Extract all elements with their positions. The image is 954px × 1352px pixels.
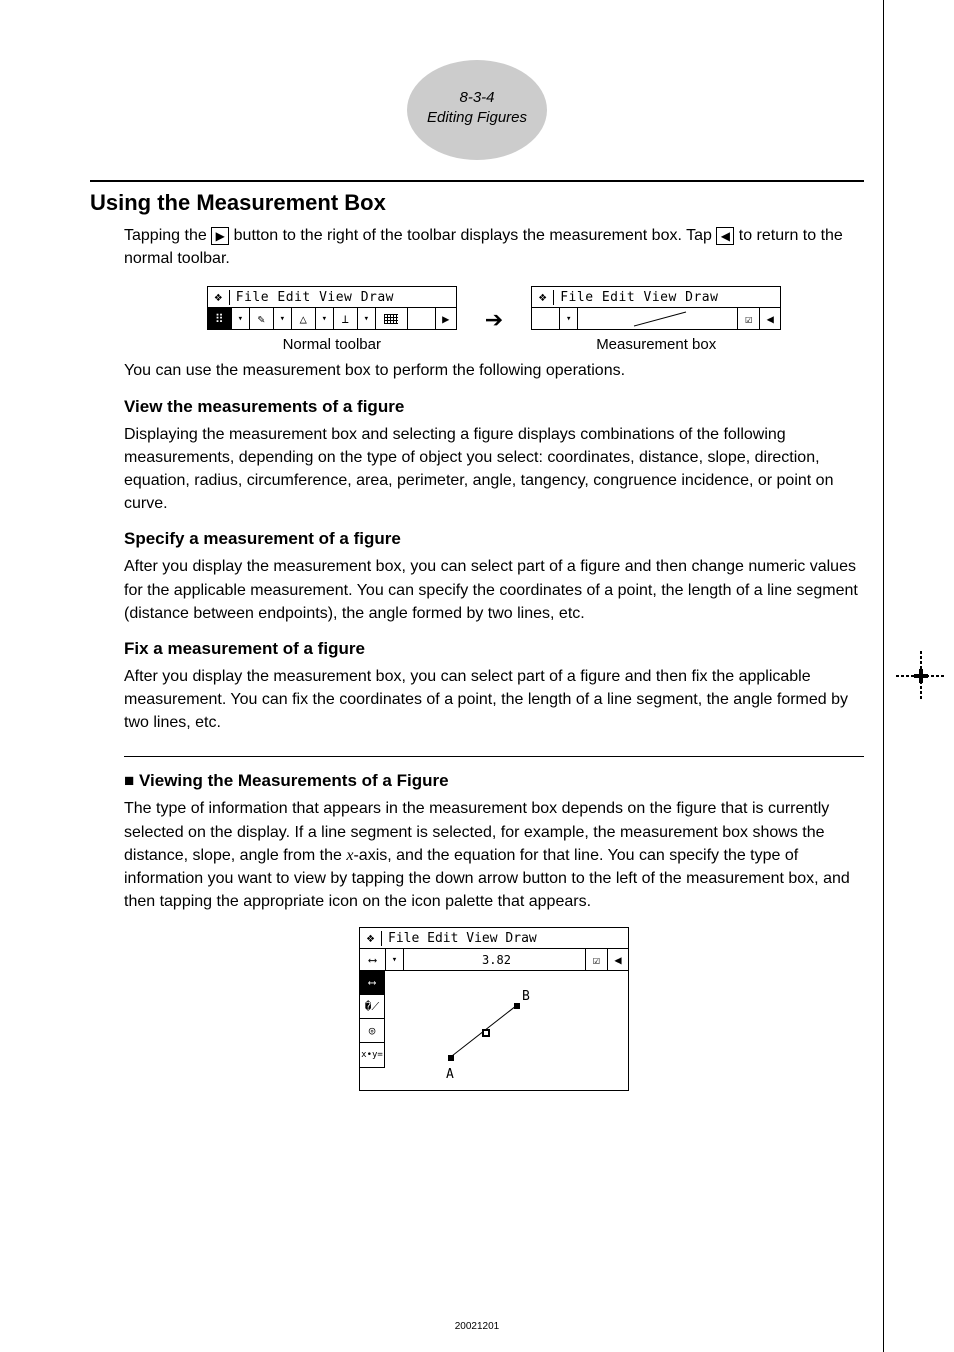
page-right-rule <box>883 0 884 1352</box>
collapse-button[interactable]: ◀ <box>608 949 628 970</box>
palette-slope-icon[interactable]: �⟋ <box>360 995 384 1019</box>
page-badge: 8-3-4 Editing Figures <box>407 60 547 160</box>
viewing-heading-text: Viewing the Measurements of a Figure <box>139 771 449 790</box>
point-b[interactable] <box>514 1003 520 1009</box>
fix-measurement-heading: Fix a measurement of a figure <box>124 639 864 659</box>
fix-measurement-body: After you display the measurement box, y… <box>124 665 864 735</box>
triangle-tool-icon[interactable]: △ <box>292 308 316 329</box>
measurement-toolbar-caption: Measurement box <box>531 336 781 353</box>
expand-button[interactable]: ▶ <box>436 308 456 329</box>
label-b: B <box>522 989 530 1004</box>
lock-checkbox[interactable]: ☑ <box>738 308 760 329</box>
specify-measurement-body: After you display the measurement box, y… <box>124 555 864 625</box>
rule-top <box>90 180 864 182</box>
menu-view[interactable]: View <box>466 931 497 946</box>
app-icon: ❖ <box>532 290 554 305</box>
intro-seg2: button to the right of the toolbar displ… <box>234 227 717 244</box>
registration-mark-icon <box>894 649 948 703</box>
grid-tool-icon[interactable] <box>376 308 408 329</box>
dropdown-icon[interactable]: ▾ <box>358 308 376 329</box>
palette-equation-icon[interactable]: x•y= <box>360 1043 384 1067</box>
normal-toolbar-figure: ❖ File Edit View Draw ⠿ ▾ ✎ ▾ △ <box>207 286 457 330</box>
viewing-heading: ■ Viewing the Measurements of a Figure <box>124 771 864 791</box>
menu-draw[interactable]: Draw <box>685 290 718 305</box>
dropdown-icon[interactable]: ▾ <box>386 949 404 970</box>
label-a: A <box>446 1067 454 1082</box>
menu-items: File Edit View Draw <box>554 290 724 305</box>
menu-edit[interactable]: Edit <box>427 931 458 946</box>
menu-edit[interactable]: Edit <box>602 290 635 305</box>
collapse-toolbar-icon: ◀ <box>716 227 734 245</box>
distance-type-icon[interactable]: ⟷ <box>360 949 386 970</box>
rule-mid <box>124 756 864 757</box>
menu-file[interactable]: File <box>388 931 419 946</box>
badge-page-num: 8-3-4 <box>407 88 547 108</box>
dropdown-icon[interactable]: ▾ <box>560 308 578 329</box>
lock-checkbox[interactable]: ☑ <box>586 949 608 970</box>
toolbar-comparison: ❖ File Edit View Draw ⠿ ▾ ✎ ▾ △ <box>124 286 864 353</box>
draw-tool-icon[interactable]: ✎ <box>250 308 274 329</box>
viewing-body: The type of information that appears in … <box>124 797 864 913</box>
menu-draw[interactable]: Draw <box>361 290 394 305</box>
measurement-value-field[interactable]: 3.82 <box>404 949 586 970</box>
app-icon: ❖ <box>208 290 230 305</box>
perpendicular-tool-icon[interactable]: ⊥ <box>334 308 358 329</box>
menu-file[interactable]: File <box>236 290 269 305</box>
dropdown-icon[interactable]: ▾ <box>274 308 292 329</box>
palette-distance-icon[interactable]: ⟷ <box>360 971 384 995</box>
expand-toolbar-icon: ▶ <box>211 227 229 245</box>
point-a[interactable] <box>448 1055 454 1061</box>
palette-angle-icon[interactable]: ◎ <box>360 1019 384 1043</box>
view-measurements-heading: View the measurements of a figure <box>124 397 864 417</box>
intro-seg1: Tapping the <box>124 227 211 244</box>
measurement-input[interactable] <box>578 308 738 329</box>
measurement-value: 3.82 <box>482 953 511 967</box>
operations-intro: You can use the measurement box to perfo… <box>124 359 864 382</box>
menu-draw[interactable]: Draw <box>505 931 536 946</box>
menu-edit[interactable]: Edit <box>277 290 310 305</box>
normal-toolbar-caption: Normal toolbar <box>207 336 457 353</box>
badge-section: Editing Figures <box>407 108 547 128</box>
view-measurements-body: Displaying the measurement box and selec… <box>124 423 864 516</box>
arrow-right-icon: ➔ <box>485 307 503 333</box>
measurement-example-figure: ❖ File Edit View Draw ⟷ ▾ 3.82 ☑ ◀ ⟷ �⟋ <box>359 927 629 1091</box>
collapse-button[interactable]: ◀ <box>760 308 780 329</box>
menu-view[interactable]: View <box>644 290 677 305</box>
spacer <box>408 308 436 329</box>
specify-measurement-heading: Specify a measurement of a figure <box>124 529 864 549</box>
menu-items: File Edit View Draw <box>230 290 400 305</box>
app-icon: ❖ <box>360 931 382 946</box>
dropdown-icon[interactable]: ▾ <box>316 308 334 329</box>
geometry-canvas[interactable]: A B <box>388 975 628 1086</box>
dropdown-icon[interactable]: ▾ <box>232 308 250 329</box>
heading-main: Using the Measurement Box <box>90 190 864 216</box>
select-tool-icon[interactable]: ⠿ <box>208 308 232 329</box>
measure-type-button[interactable] <box>532 308 560 329</box>
measurement-toolbar-figure: ❖ File Edit View Draw ▾ <box>531 286 781 330</box>
menu-view[interactable]: View <box>319 290 352 305</box>
intro-paragraph: Tapping the ▶ button to the right of the… <box>124 224 864 270</box>
measurement-palette: ⟷ �⟋ ◎ x•y= <box>359 970 385 1068</box>
square-bullet-icon: ■ <box>124 771 139 790</box>
footer-id: 20021201 <box>0 1321 954 1332</box>
menu-items: File Edit View Draw <box>382 931 543 946</box>
point-mid[interactable] <box>482 1029 490 1037</box>
menu-file[interactable]: File <box>560 290 593 305</box>
